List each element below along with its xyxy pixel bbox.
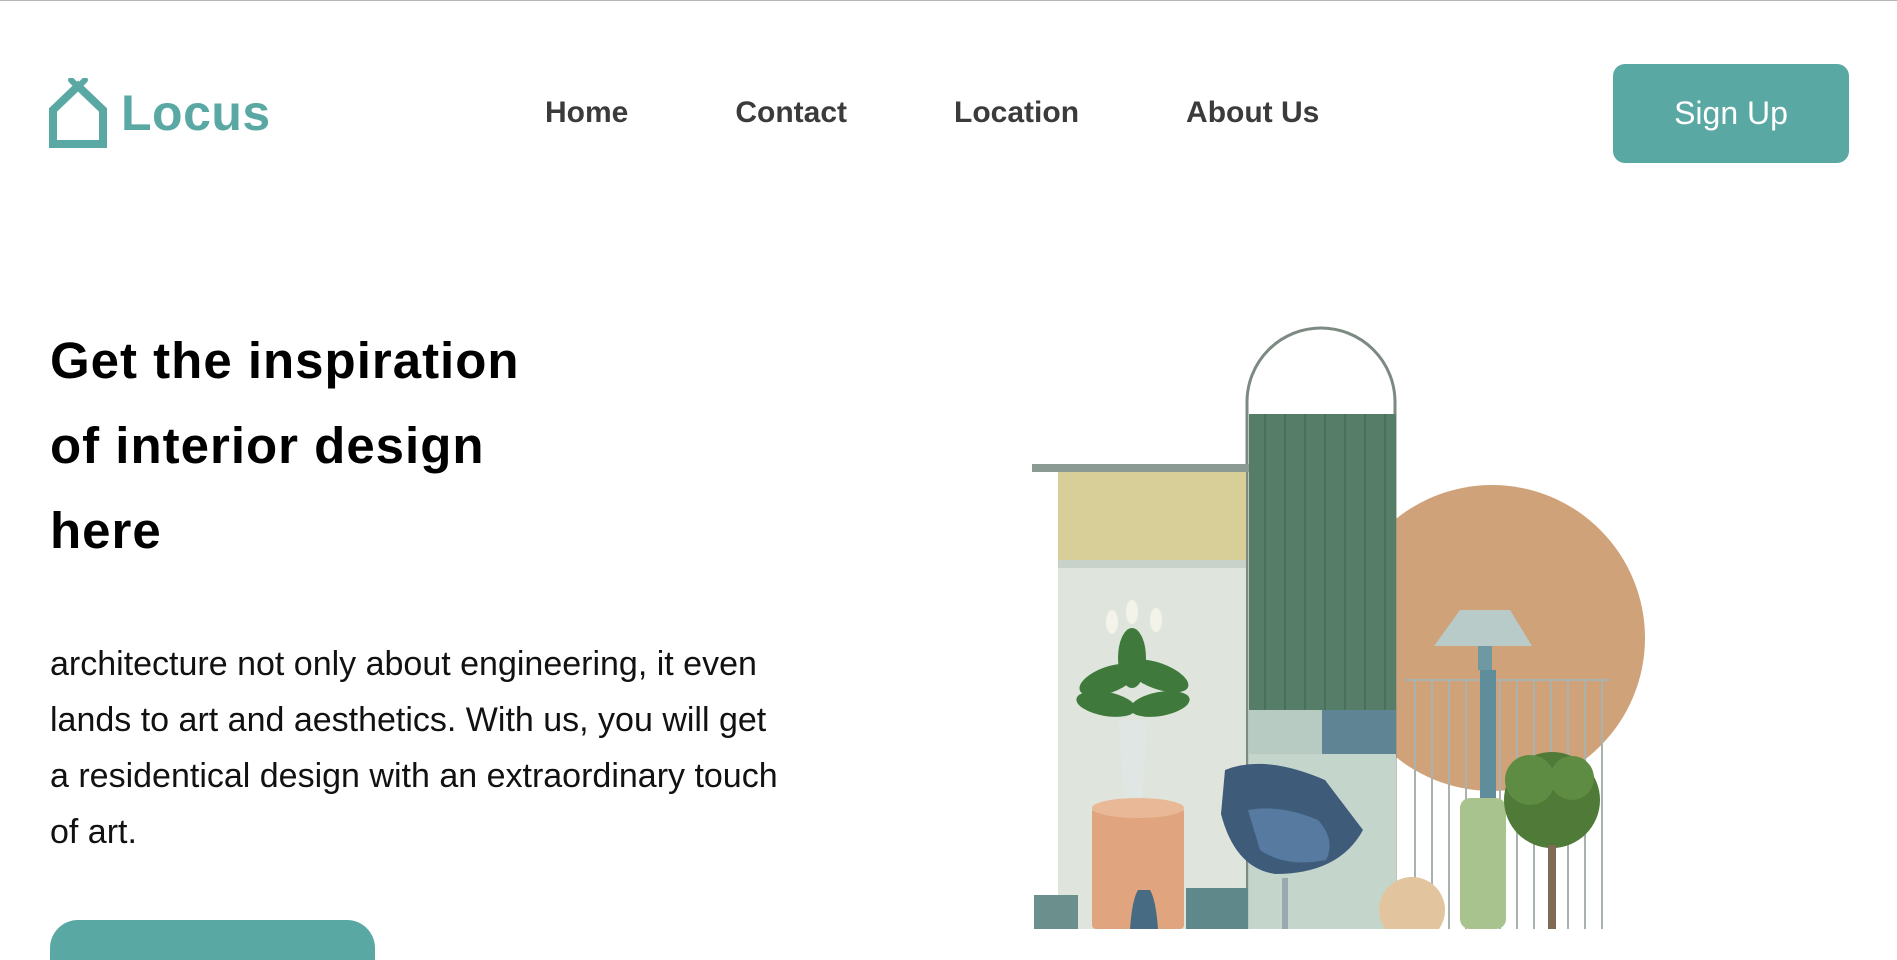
hero-description: architecture not only about engineering,… xyxy=(50,636,880,860)
house-logo-icon xyxy=(49,78,107,148)
headline-line: of interior design xyxy=(50,417,485,474)
logo[interactable]: Locus xyxy=(49,78,271,148)
description-line: architecture not only about engineering,… xyxy=(50,645,757,683)
main-nav: Home Contact Location About Us xyxy=(545,95,1319,131)
description-line: lands to art and aesthetics. With us, yo… xyxy=(50,701,767,739)
nav-location[interactable]: Location xyxy=(954,95,1079,131)
headline-line: here xyxy=(50,502,162,559)
hero-cta-button[interactable] xyxy=(50,920,375,960)
nav-about-us[interactable]: About Us xyxy=(1186,95,1319,131)
description-line: of art. xyxy=(50,813,137,851)
logo-text: Locus xyxy=(121,85,271,141)
nav-contact[interactable]: Contact xyxy=(735,95,847,131)
description-line: a residentical design with an extraordin… xyxy=(50,757,778,795)
hero-headline: Get the inspiration of interior design h… xyxy=(50,318,670,573)
nav-home[interactable]: Home xyxy=(545,95,628,131)
sign-up-button[interactable]: Sign Up xyxy=(1613,64,1849,163)
interior-design-illustration xyxy=(1032,326,1645,929)
headline-line: Get the inspiration xyxy=(50,332,520,389)
top-border xyxy=(0,0,1897,1)
